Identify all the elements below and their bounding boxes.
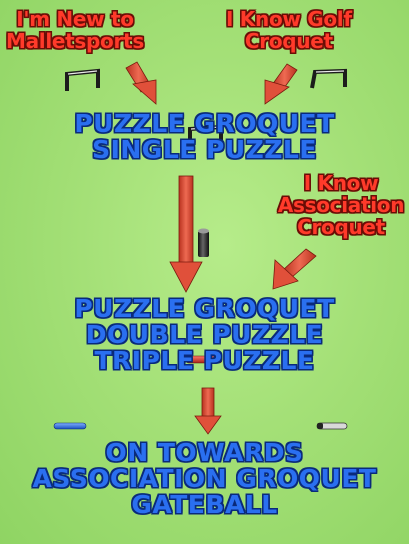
stage-line: SINGLE PUZZLE — [92, 135, 317, 164]
label-line: Croquet — [297, 215, 385, 239]
arrow-icon — [272, 248, 317, 290]
stage-line: GATEBALL — [131, 490, 278, 519]
flow-diagram: I'm New to Malletsports I Know Golf Croq… — [0, 0, 409, 544]
mallet-icon — [316, 422, 348, 430]
label-new-to-malletsports: I'm New to Malletsports — [6, 8, 144, 52]
hoop-icon — [65, 68, 100, 91]
stage-advanced: ON TOWARDS ASSOCIATION GROQUET GATEBALL — [0, 440, 409, 518]
stage-line: ASSOCIATION GROQUET — [32, 464, 377, 493]
stage-line: PUZZLE GROQUET — [74, 109, 335, 138]
arrow-icon — [264, 63, 298, 105]
stage-line: DOUBLE PUZZLE — [85, 320, 324, 349]
label-line: Malletsports — [6, 29, 144, 53]
peg-icon — [198, 228, 209, 257]
stage-single-puzzle: PUZZLE GROQUET SINGLE PUZZLE — [0, 111, 409, 163]
label-line: I Know Golf — [226, 7, 352, 31]
label-line: Association — [277, 193, 405, 217]
arrow-icon — [169, 175, 203, 293]
label-know-golf-croquet: I Know Golf Croquet — [226, 8, 352, 52]
mallet-icon — [53, 422, 87, 430]
arrow-icon — [125, 61, 157, 105]
stage-line: PUZZLE GROQUET — [74, 294, 335, 323]
label-line: Croquet — [244, 29, 333, 53]
label-line: I'm New to — [16, 7, 134, 31]
stage-double-triple-puzzle: PUZZLE GROQUET DOUBLE PUZZLE TRIPLE PUZZ… — [0, 296, 409, 374]
label-know-association-croquet: I Know Association Croquet — [273, 172, 409, 238]
hoop-icon — [310, 68, 347, 89]
arrow-icon — [194, 387, 222, 435]
label-line: I Know — [303, 171, 379, 195]
stage-line: ON TOWARDS — [105, 438, 304, 467]
stage-line: TRIPLE PUZZLE — [94, 346, 315, 375]
